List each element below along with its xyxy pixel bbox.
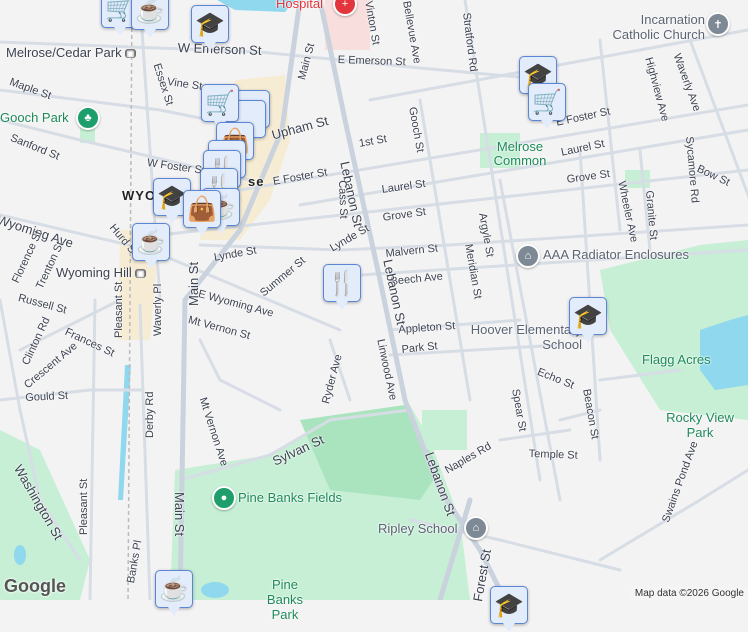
- shop-marker[interactable]: 👜: [183, 190, 221, 236]
- neighborhood-label: WYO: [122, 188, 157, 203]
- pond: [201, 582, 229, 598]
- grocery-marker[interactable]: 🛒: [528, 83, 566, 129]
- graduation-cap-icon: 🎓: [494, 591, 524, 619]
- train-icon: ▣: [134, 269, 147, 279]
- ripley-label[interactable]: Ripley School: [378, 521, 458, 536]
- cafe-marker[interactable]: ☕: [131, 0, 169, 38]
- restaurant-icon: 🍴: [327, 269, 357, 297]
- shopping-cart-icon: 🛒: [205, 89, 235, 117]
- street-label: Temple St: [528, 448, 578, 462]
- graduation-cap-icon: 🎓: [195, 10, 225, 38]
- coffee-icon: ☕: [135, 0, 165, 25]
- train-icon: ▣: [124, 49, 137, 59]
- station-label: Wyoming Hill ▣: [56, 265, 147, 280]
- park-area: [625, 170, 650, 188]
- street-label: Pleasant St: [78, 478, 90, 535]
- restaurant-marker[interactable]: 🍴: [323, 264, 361, 310]
- rocky-view-label[interactable]: Rocky View Park: [665, 410, 735, 440]
- park-pin-icon[interactable]: ♣: [76, 106, 100, 130]
- melrose-common-label[interactable]: Melrose Common: [490, 140, 550, 168]
- pond: [14, 545, 26, 565]
- gooch-park-label[interactable]: Gooch Park: [0, 110, 69, 125]
- park-pin-icon[interactable]: ●: [212, 486, 236, 510]
- neighborhood-label: se: [248, 174, 265, 189]
- google-logo: Google: [4, 576, 66, 596]
- station-label: Melrose/Cedar Park ▣: [6, 45, 137, 60]
- cafe-marker[interactable]: ☕: [132, 223, 170, 269]
- church-label[interactable]: Incarnation Catholic Church: [605, 12, 706, 42]
- coffee-icon: ☕: [136, 228, 166, 256]
- church-pin-icon[interactable]: ✝: [706, 12, 730, 36]
- street-label: Pleasant St: [113, 281, 125, 338]
- school-pin-icon[interactable]: ⌂: [516, 244, 540, 268]
- flagg-acres-label[interactable]: Flagg Acres: [642, 352, 711, 367]
- hospital-label[interactable]: Hospital: [276, 0, 323, 11]
- street-label: Main St: [172, 492, 187, 537]
- grocery-marker[interactable]: 🛒: [201, 84, 239, 130]
- graduation-cap-icon: 🎓: [573, 302, 603, 330]
- coffee-icon: ☕: [159, 575, 189, 603]
- street-label: Cass St: [336, 180, 350, 219]
- shopping-cart-icon: 🛒: [532, 88, 562, 116]
- map-attribution[interactable]: Map data ©2026 Google: [630, 587, 748, 600]
- aaa-label[interactable]: AAA Radiator Enclosures: [543, 247, 689, 262]
- school-marker[interactable]: 🎓: [490, 586, 528, 632]
- hoover-label[interactable]: Hoover Elementary School: [462, 322, 582, 352]
- park-area: [422, 410, 467, 450]
- school-pin-icon[interactable]: ⌂: [464, 516, 488, 540]
- pine-banks-fields-label[interactable]: Pine Banks Fields: [238, 490, 342, 505]
- street-label: Derby Rd: [144, 391, 156, 438]
- street-label: Main St: [186, 261, 201, 306]
- street-label: Gould St: [25, 389, 69, 404]
- shopping-bag-icon: 👜: [187, 195, 217, 223]
- school-marker[interactable]: 🎓: [191, 5, 229, 51]
- cafe-marker[interactable]: ☕: [155, 570, 193, 616]
- street-label: E Emerson St: [337, 54, 406, 69]
- school-marker[interactable]: 🎓: [569, 297, 607, 343]
- street-label: Waverly Pl: [152, 283, 164, 336]
